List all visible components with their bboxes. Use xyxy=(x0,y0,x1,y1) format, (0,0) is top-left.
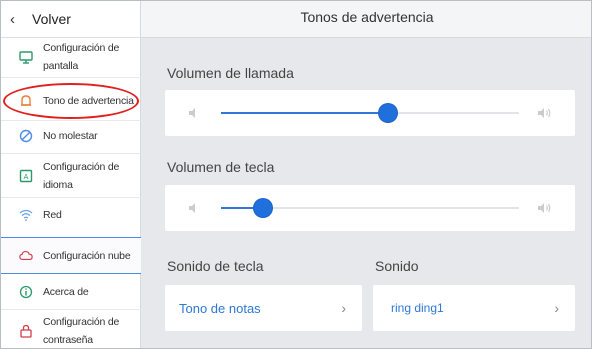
chevron-right-icon: › xyxy=(554,300,559,316)
main-panel: Tonos de advertencia Volumen de llamada … xyxy=(141,1,591,348)
sidebar-item-label: Configuración nube xyxy=(43,249,131,262)
sidebar-item-network[interactable]: Red xyxy=(1,200,141,230)
volume-low-icon xyxy=(187,201,201,215)
sidebar-item-label: Tono de advertencia xyxy=(43,95,134,107)
chevron-right-icon: › xyxy=(341,300,346,316)
volume-high-icon xyxy=(537,106,553,120)
back-button[interactable]: ‹ Volver xyxy=(1,1,141,38)
sidebar-item-display-settings[interactable]: Configuración de pantalla xyxy=(1,39,141,75)
key-sound-selector[interactable]: Tono de notas › xyxy=(165,285,362,331)
page-title: Tonos de advertencia xyxy=(300,9,434,25)
sidebar-item-language-settings[interactable]: A Configuración de idioma xyxy=(1,158,141,194)
language-icon: A xyxy=(19,169,33,183)
wifi-icon xyxy=(19,208,33,222)
monitor-icon xyxy=(19,50,33,64)
sound-selector[interactable]: ring ding1 › xyxy=(373,285,575,331)
key-sound-label: Sonido de tecla xyxy=(167,258,264,274)
sidebar-item-label: Red xyxy=(43,209,62,221)
slider-thumb[interactable] xyxy=(378,104,397,122)
bell-icon xyxy=(19,94,33,108)
sidebar-item-about[interactable]: Acerca de xyxy=(1,277,141,307)
cloud-icon xyxy=(19,249,33,263)
chevron-left-icon: ‹ xyxy=(10,10,15,28)
key-sound-value: Tono de notas xyxy=(179,300,261,316)
sidebar-item-label: Acerca de xyxy=(43,286,89,298)
slider-track xyxy=(221,104,519,122)
sidebar-item-label: No molestar xyxy=(43,130,98,142)
slider-fill xyxy=(221,112,388,114)
back-label: Volver xyxy=(32,11,71,27)
sound-value: ring ding1 xyxy=(391,301,444,315)
slider-track xyxy=(221,199,519,217)
slider-thumb[interactable] xyxy=(253,199,272,217)
app-window: ‹ Volver Configuración de pantalla Tono … xyxy=(0,0,592,349)
info-icon xyxy=(19,285,33,299)
sidebar-item-label: Configuración de pantalla xyxy=(43,42,120,72)
volume-high-icon xyxy=(537,201,553,215)
sidebar-item-label: Configuración de contraseña xyxy=(43,316,120,346)
sidebar-item-cloud-settings[interactable]: Configuración nube xyxy=(1,237,141,274)
sidebar-item-label: Configuración de idioma xyxy=(43,161,120,191)
key-volume-label: Volumen de tecla xyxy=(167,159,275,175)
call-volume-label: Volumen de llamada xyxy=(167,65,294,81)
call-volume-slider[interactable] xyxy=(165,90,575,136)
volume-low-icon xyxy=(187,106,201,120)
sidebar: ‹ Volver Configuración de pantalla Tono … xyxy=(1,1,141,348)
header-bar: Tonos de advertencia xyxy=(141,1,591,38)
sidebar-item-do-not-disturb[interactable]: No molestar xyxy=(1,121,141,151)
svg-text:A: A xyxy=(24,174,29,181)
sidebar-item-password-settings[interactable]: Configuración de contraseña xyxy=(1,313,141,348)
sidebar-item-warning-tone[interactable]: Tono de advertencia xyxy=(1,83,141,119)
sound-label: Sonido xyxy=(375,258,419,274)
do-not-disturb-icon xyxy=(19,129,33,143)
lock-icon xyxy=(19,324,33,338)
key-volume-slider[interactable] xyxy=(165,185,575,231)
